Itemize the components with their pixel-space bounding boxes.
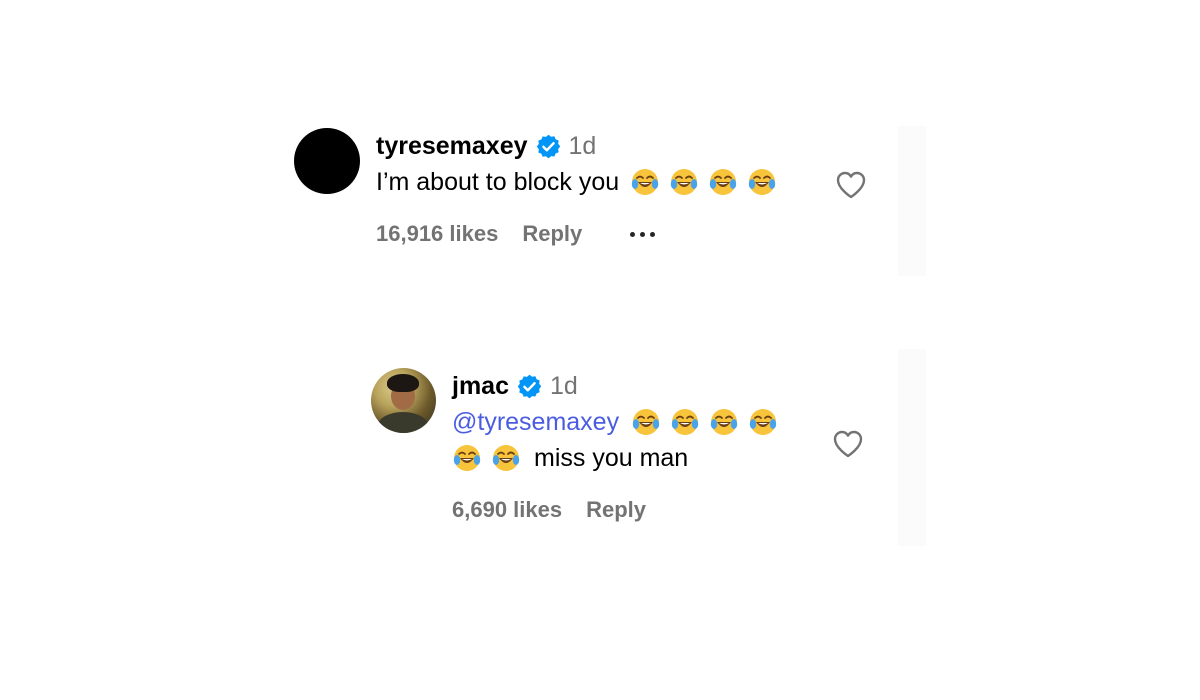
comment-header: tyresemaxey 1d	[376, 128, 786, 164]
comment-text-line-1: @tyresemaxey	[452, 404, 787, 440]
comments-stage: tyresemaxey 1d I’m about to block you 16…	[0, 0, 1200, 700]
comment-header: jmac 1d	[452, 368, 787, 404]
laughing-emoji-icon	[670, 407, 700, 437]
avatar[interactable]	[371, 368, 436, 433]
laughing-emoji-icon	[747, 167, 777, 197]
likes-count[interactable]: 16,916 likes	[376, 221, 498, 247]
side-panel-edge	[898, 349, 926, 546]
dot	[650, 231, 656, 237]
mention-link[interactable]: @tyresemaxey	[452, 404, 619, 440]
more-options-icon[interactable]	[630, 224, 656, 244]
laughing-emoji-icon	[709, 407, 739, 437]
comment-message: miss you man	[534, 444, 689, 472]
reply-button[interactable]: Reply	[522, 221, 582, 247]
avatar-hair	[387, 374, 419, 392]
avatar-shirt	[377, 412, 429, 433]
comment-text-line-2: miss you man	[452, 440, 787, 476]
laughing-emoji-icon	[631, 407, 661, 437]
username[interactable]: jmac	[452, 372, 509, 401]
username[interactable]: tyresemaxey	[376, 132, 528, 161]
verified-badge-icon	[516, 373, 543, 400]
reply-button[interactable]: Reply	[586, 497, 646, 523]
laughing-emoji-icon	[669, 167, 699, 197]
comment-meta: 6,690 likes Reply	[452, 490, 787, 530]
comment-body: jmac 1d @tyresemaxey miss you man 6,690 …	[452, 368, 787, 530]
verified-badge-icon	[535, 133, 562, 160]
laughing-emoji-icon	[708, 167, 738, 197]
comment-body: tyresemaxey 1d I’m about to block you 16…	[376, 128, 786, 254]
like-heart-icon[interactable]	[835, 170, 867, 200]
comment-message: I’m about to block you	[376, 168, 620, 196]
laughing-emoji-icon	[452, 443, 482, 473]
comment-time[interactable]: 1d	[569, 132, 597, 161]
dot	[640, 231, 646, 237]
avatar[interactable]	[294, 128, 360, 194]
likes-count[interactable]: 6,690 likes	[452, 497, 562, 523]
side-panel-edge	[898, 126, 926, 276]
comment-time[interactable]: 1d	[550, 372, 578, 401]
dot	[630, 231, 636, 237]
laughing-emoji-icon	[491, 443, 521, 473]
comment-text: I’m about to block you	[376, 164, 786, 200]
comment-meta: 16,916 likes Reply	[376, 214, 786, 254]
laughing-emoji-icon	[748, 407, 778, 437]
like-heart-icon[interactable]	[832, 429, 864, 459]
laughing-emoji-icon	[630, 167, 660, 197]
